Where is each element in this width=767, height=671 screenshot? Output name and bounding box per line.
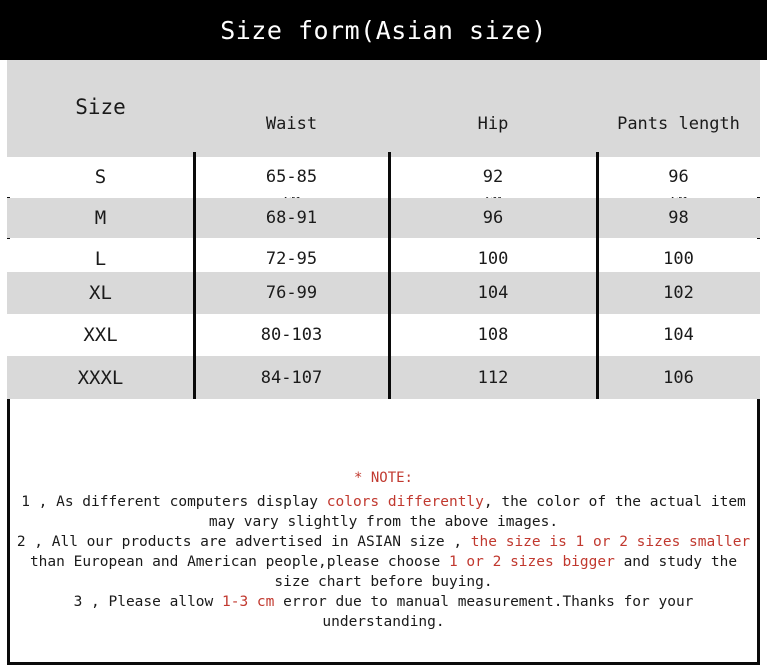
table-row: XXL 80-103 108 104 bbox=[7, 314, 760, 356]
note-item-2: 2 , All our products are advertised in A… bbox=[10, 532, 757, 592]
size-chart-page: Size form(Asian size) Size Waist CM Hip … bbox=[0, 0, 767, 671]
page-title: Size form(Asian size) bbox=[220, 15, 547, 45]
title-banner: Size form(Asian size) bbox=[0, 0, 767, 60]
cell-waist: 65-85 bbox=[265, 167, 318, 187]
cell-size: XXL bbox=[83, 324, 118, 346]
column-header-pants-length-label: Pants length bbox=[617, 114, 740, 134]
cell-size: M bbox=[94, 207, 107, 229]
note-3-text-b: error due to manual measurement.Thanks f… bbox=[274, 594, 703, 630]
column-divider bbox=[193, 152, 196, 399]
column-header-waist-label: Waist bbox=[265, 114, 318, 134]
cell-hip: 112 bbox=[477, 367, 509, 388]
table-row: XXXL 84-107 112 106 bbox=[7, 356, 760, 399]
cell-length: 98 bbox=[668, 208, 689, 228]
cell-size: S bbox=[94, 166, 107, 188]
cell-hip: 100 bbox=[477, 249, 509, 269]
cell-hip: 104 bbox=[477, 283, 509, 303]
table-row: M 68-91 96 98 bbox=[7, 198, 760, 238]
note-3-text-a: 3 , Please allow bbox=[73, 594, 222, 610]
note-2-highlight-smaller: the size is 1 or 2 sizes smaller bbox=[470, 534, 751, 550]
cell-size: L bbox=[94, 248, 107, 270]
cell-length: 96 bbox=[668, 167, 689, 187]
cell-waist: 80-103 bbox=[260, 325, 323, 345]
cell-hip: 96 bbox=[482, 208, 504, 228]
column-header-size: Size bbox=[75, 95, 126, 119]
cell-waist: 76-99 bbox=[265, 283, 318, 303]
cell-length: 102 bbox=[663, 283, 694, 303]
note-item-1: 1 , As different computers display color… bbox=[10, 492, 757, 532]
note-2-text-a: 2 , All our products are advertised in A… bbox=[16, 534, 471, 550]
note-1-highlight-colors: colors differently bbox=[326, 494, 484, 510]
cell-hip: 92 bbox=[482, 167, 504, 187]
cell-waist: 84-107 bbox=[260, 367, 323, 388]
cell-size: XXXL bbox=[77, 366, 124, 389]
cell-length: 100 bbox=[663, 249, 694, 269]
table-row: S 65-85 92 96 bbox=[7, 157, 760, 197]
cell-length: 104 bbox=[663, 325, 694, 345]
column-header-hip-label: Hip bbox=[477, 114, 509, 134]
cell-hip: 108 bbox=[477, 325, 509, 345]
cell-waist: 68-91 bbox=[265, 208, 318, 228]
column-divider bbox=[596, 152, 599, 399]
cell-waist: 72-95 bbox=[265, 249, 318, 269]
note-1-text-a: 1 , As different computers display bbox=[21, 494, 327, 510]
note-2-highlight-bigger: 1 or 2 sizes bigger bbox=[448, 554, 615, 570]
note-section: * NOTE: 1 , As different computers displ… bbox=[10, 470, 757, 632]
note-item-3: 3 , Please allow 1-3 cm error due to man… bbox=[10, 592, 757, 632]
note-title: * NOTE: bbox=[353, 470, 413, 486]
cell-length: 106 bbox=[663, 367, 694, 388]
cell-size: XL bbox=[89, 282, 112, 304]
note-3-highlight-tolerance: 1-3 cm bbox=[221, 594, 275, 610]
column-divider bbox=[388, 152, 391, 399]
table-row: XL 76-99 104 102 bbox=[7, 272, 760, 314]
